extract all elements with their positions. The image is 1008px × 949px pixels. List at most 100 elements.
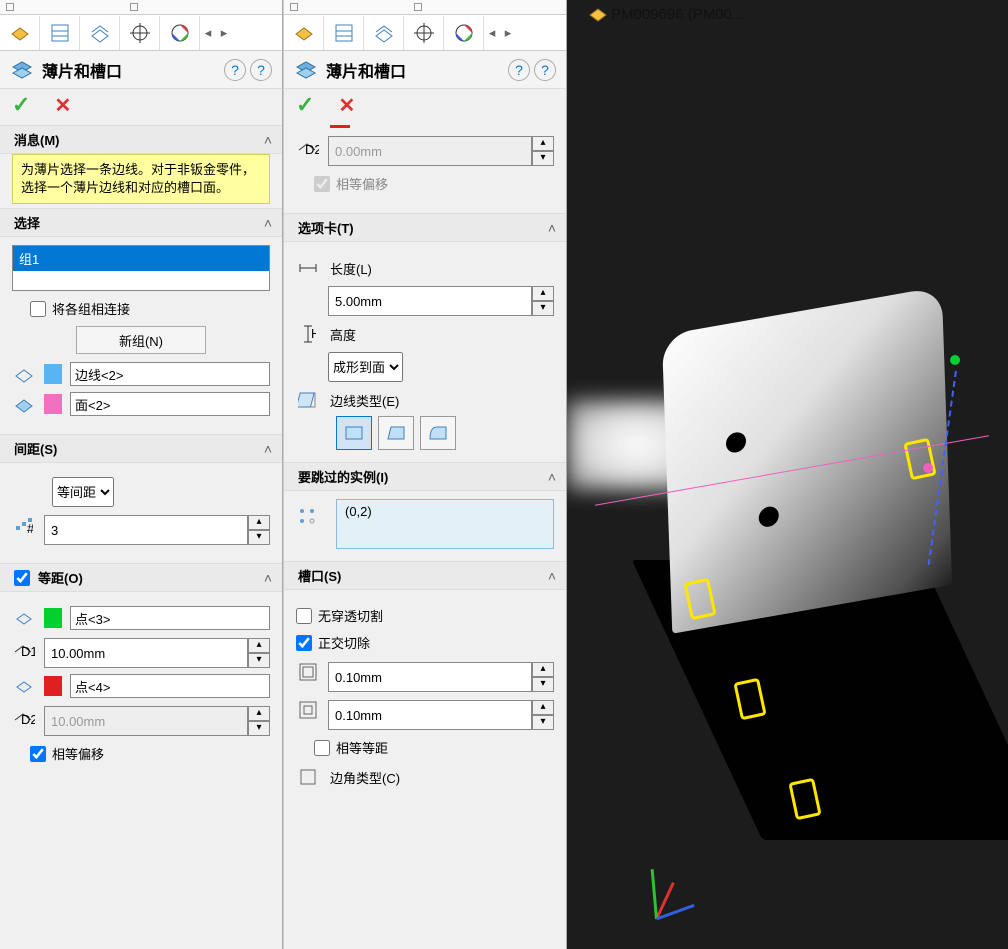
cancel-button[interactable]: ✕ [338,93,355,118]
chevron-icon: ˄ [264,132,272,148]
toolbar-config-tab[interactable] [364,16,404,50]
ok-button[interactable]: ✓ [296,92,314,118]
panel-tabbar [284,0,566,15]
message-section-header[interactable]: 消息(M) ˄ [0,125,282,154]
toolbar-feature-tab[interactable] [0,16,40,50]
property-panel-left: ◂ ▸ 薄片和槽口 ? ? ✓ ✕ 消息(M) ˄ 为薄片选择一条边线。对于非钣… [0,0,283,949]
toolbar-prev-icon[interactable]: ◂ [200,25,216,41]
edge-input[interactable] [70,362,270,386]
point3-input[interactable] [70,606,270,630]
spin-down[interactable]: ▾ [532,301,554,316]
chevron-icon: ˄ [548,220,556,236]
new-group-button[interactable]: 新组(N) [76,326,206,354]
toolbar-next-icon[interactable]: ▸ [500,25,516,41]
help-button-2[interactable]: ? [534,59,556,81]
toolbar-prev-icon[interactable]: ◂ [484,25,500,41]
svg-text:H: H [311,326,316,341]
spin-down[interactable]: ▾ [248,721,270,736]
equal-equal-checkbox[interactable] [314,740,330,756]
d1-icon: D1 [12,636,36,660]
3d-viewport[interactable]: PM009696 (PM00... [567,0,1008,949]
list-item[interactable]: 组1 [13,246,269,271]
face-input[interactable] [70,392,270,416]
ok-button[interactable]: ✓ [12,92,30,118]
length-icon [296,256,320,280]
spin-up[interactable]: ▴ [532,136,554,151]
face-icon [12,392,36,416]
equal-section-header[interactable]: 等距(O) ˄ [0,563,282,592]
height-label: 高度 [330,325,554,344]
cancel-button[interactable]: ✕ [54,93,71,118]
length-label: 长度(L) [330,259,554,278]
toolbar-appearance-tab[interactable] [444,16,484,50]
offset1-input[interactable] [328,662,532,692]
connect-groups-checkbox[interactable] [30,301,46,317]
toolbar-properties-tab[interactable] [324,16,364,50]
help-button[interactable]: ? [224,59,246,81]
color-swatch [44,364,62,384]
panel-grip-2[interactable] [414,3,422,11]
point4-input[interactable] [70,674,270,698]
help-button[interactable]: ? [508,59,530,81]
offset1-icon [296,660,320,684]
hole-feature[interactable] [726,431,747,454]
panel-grip[interactable] [290,3,298,11]
slot-section-header[interactable]: 槽口(S) ˄ [284,561,566,590]
equal-checkbox[interactable] [14,570,30,586]
group-listbox[interactable]: 组1 [12,245,270,291]
chevron-icon: ˄ [264,215,272,231]
equal-offset-checkbox [314,176,330,192]
skip-section-header[interactable]: 要跳过的实例(I) ˄ [284,462,566,491]
spin-down[interactable]: ▾ [532,677,554,692]
equal-offset-checkbox[interactable] [30,746,46,762]
svg-text:D2: D2 [305,142,319,156]
toolbar-properties-tab[interactable] [40,16,80,50]
help-button-2[interactable]: ? [250,59,272,81]
toolbar-appearance-tab[interactable] [160,16,200,50]
spin-up[interactable]: ▴ [248,638,270,653]
section-label: 消息(M) [14,130,264,149]
d1-input[interactable] [44,638,248,668]
edge-type-chamfer[interactable] [378,416,414,450]
endpoint-green[interactable] [950,355,960,365]
toolbar-coord-tab[interactable] [404,16,444,50]
selection-section-header[interactable]: 选择 ˄ [0,208,282,237]
length-input[interactable] [328,286,532,316]
offset2-input[interactable] [328,700,532,730]
toolbar-next-icon[interactable]: ▸ [216,25,232,41]
offset2-icon [296,698,320,722]
spin-up[interactable]: ▴ [532,286,554,301]
ortho-cut-checkbox[interactable] [296,635,312,651]
color-swatch [44,608,62,628]
spin-up[interactable]: ▴ [532,700,554,715]
spacing-mode-select[interactable]: 等间距 [52,477,114,507]
hole-feature[interactable] [758,505,779,528]
spin-up[interactable]: ▴ [248,515,270,530]
spacing-section-header[interactable]: 间距(S) ˄ [0,434,282,463]
d2-input [328,136,532,166]
edge-type-square[interactable] [336,416,372,450]
count-input[interactable] [44,515,248,545]
skip-listbox[interactable]: (0,2) [336,499,554,549]
spin-up[interactable]: ▴ [248,706,270,721]
spin-down[interactable]: ▾ [532,715,554,730]
endpoint-pink[interactable] [923,463,933,473]
edge-type-fillet[interactable] [420,416,456,450]
point-icon [12,674,36,698]
svg-text:D1: D1 [21,644,35,658]
toolbar-config-tab[interactable] [80,16,120,50]
panel-grip[interactable] [6,3,14,11]
list-item[interactable]: (0,2) [345,504,545,519]
spin-down[interactable]: ▾ [532,151,554,166]
toolbar-coord-tab[interactable] [120,16,160,50]
spin-up[interactable]: ▴ [532,662,554,677]
panel-grip-2[interactable] [130,3,138,11]
no-through-checkbox[interactable] [296,608,312,624]
section-label: 选项卡(T) [298,218,548,237]
height-mode-select[interactable]: 成形到面 [328,352,403,382]
tab-section-header[interactable]: 选项卡(T) ˄ [284,213,566,242]
spin-down[interactable]: ▾ [248,653,270,668]
tab-slot-feature-icon [294,58,318,82]
toolbar-feature-tab[interactable] [284,16,324,50]
spin-down[interactable]: ▾ [248,530,270,545]
